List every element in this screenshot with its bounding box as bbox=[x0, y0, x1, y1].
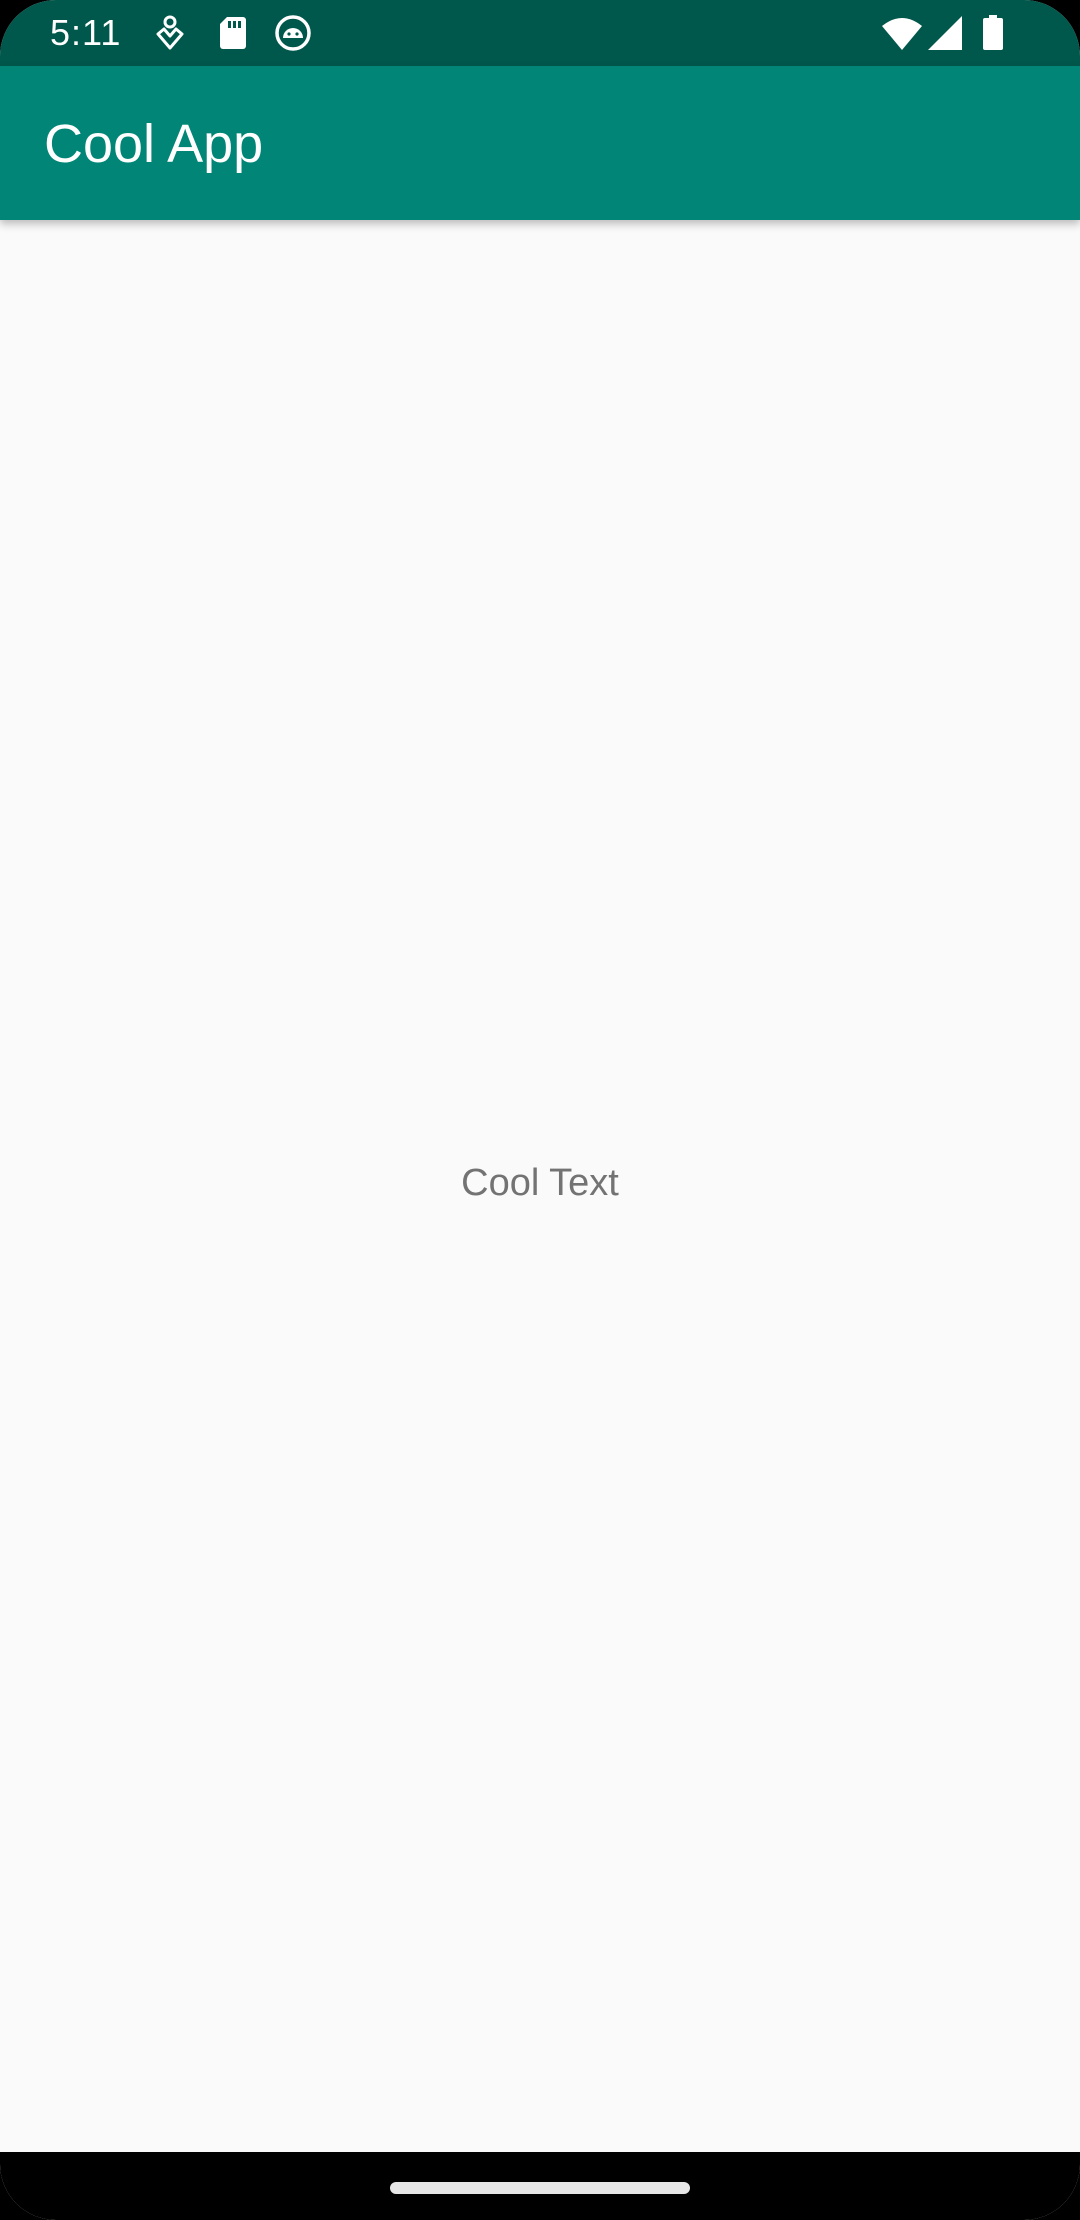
navigation-bar bbox=[0, 2152, 1080, 2220]
app-title: Cool App bbox=[44, 114, 264, 174]
accessibility-icon bbox=[156, 15, 184, 50]
home-gesture-handle[interactable] bbox=[390, 2182, 690, 2194]
sd-card-icon bbox=[220, 17, 246, 49]
status-time: 5:11 bbox=[50, 12, 122, 53]
wifi-icon bbox=[882, 18, 922, 50]
status-bar: 5:11 bbox=[0, 0, 1080, 66]
cell-signal-icon bbox=[928, 16, 962, 50]
main-content: Cool Text bbox=[0, 220, 1080, 2152]
app-bar: Cool App bbox=[0, 66, 1080, 220]
device-screen: 5:11 Cool App Cool Text bbox=[0, 0, 1080, 2220]
battery-icon bbox=[983, 15, 1003, 50]
center-text: Cool Text bbox=[461, 1162, 619, 1204]
android-debug-icon bbox=[275, 15, 311, 51]
